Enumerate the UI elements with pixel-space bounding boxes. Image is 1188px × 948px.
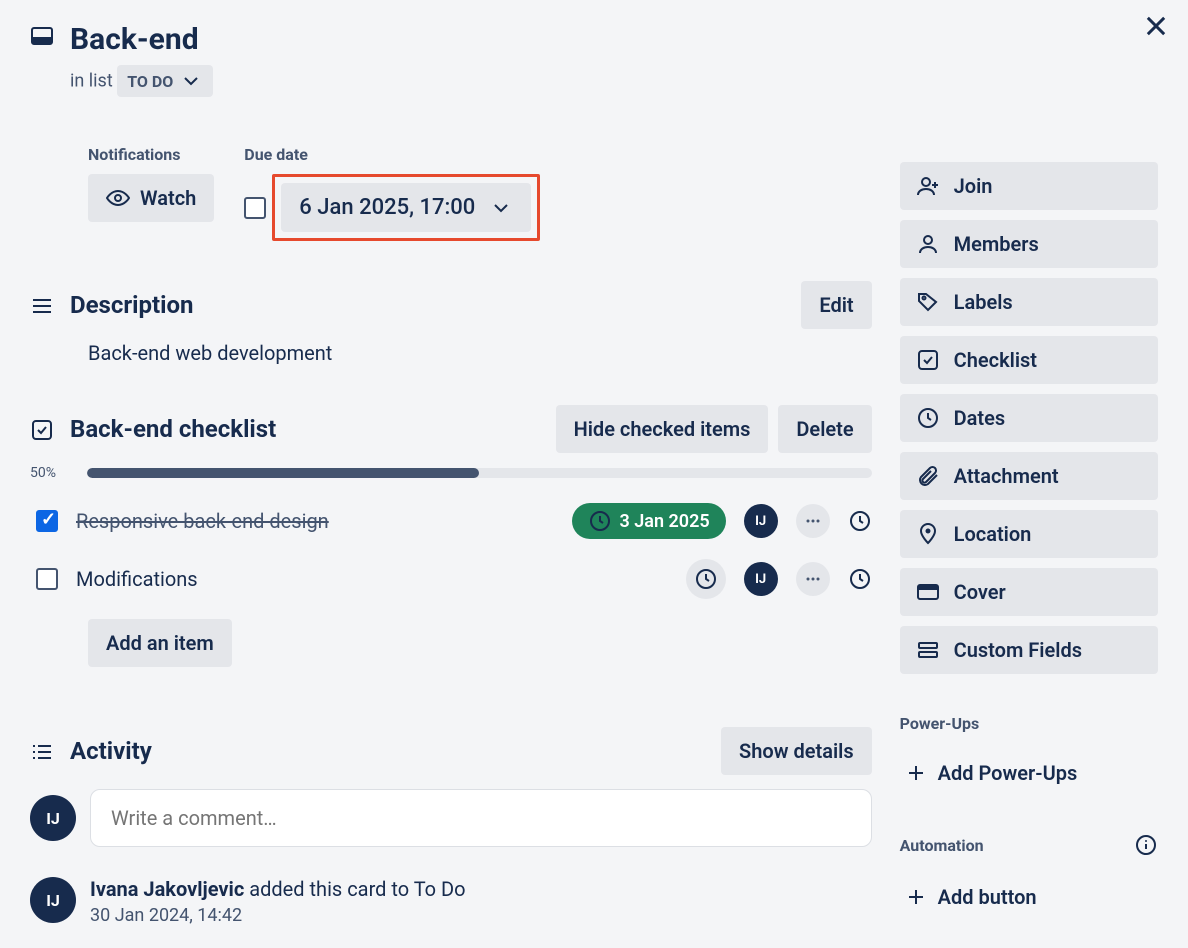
checklist-item-checkbox[interactable]	[36, 510, 58, 532]
automation-heading: Automation	[900, 833, 1158, 857]
custom-fields-button[interactable]: Custom Fields	[900, 626, 1158, 674]
checklist-item-menu[interactable]	[796, 504, 830, 538]
tag-icon	[916, 290, 940, 314]
paperclip-icon	[916, 464, 940, 488]
chevron-down-icon	[179, 69, 203, 93]
dates-button[interactable]: Dates	[900, 394, 1158, 442]
progress-bar	[87, 468, 872, 478]
eye-icon	[106, 186, 130, 210]
close-button[interactable]	[1142, 12, 1170, 45]
activity-entry: IJ Ivana Jakovljevic added this card to …	[30, 877, 872, 926]
watch-button[interactable]: Watch	[88, 174, 214, 222]
attachment-button[interactable]: Attachment	[900, 452, 1158, 500]
cover-button[interactable]: Cover	[900, 568, 1158, 616]
hide-checked-button[interactable]: Hide checked items	[556, 405, 769, 453]
assign-icon[interactable]	[848, 567, 872, 591]
assign-icon[interactable]	[848, 509, 872, 533]
join-button[interactable]: Join	[900, 162, 1158, 210]
checklist-title[interactable]: Back-end checklist	[70, 415, 556, 443]
activity-avatar: IJ	[30, 877, 76, 923]
activity-action: added this card to To Do	[244, 877, 465, 901]
description-text[interactable]: Back-end web development	[88, 341, 872, 365]
activity-heading: Activity	[70, 737, 721, 765]
checklist-item-checkbox[interactable]	[36, 568, 58, 590]
checklist-item[interactable]: Modifications IJ	[36, 549, 872, 609]
chevron-down-icon	[489, 196, 513, 220]
current-user-avatar: IJ	[30, 795, 76, 841]
show-details-button[interactable]: Show details	[721, 727, 872, 775]
cover-icon	[916, 580, 940, 604]
in-list-label: in list TO DO	[70, 65, 872, 97]
due-date-button[interactable]: 6 Jan 2025, 17:00	[281, 183, 531, 232]
add-automation-button[interactable]: Add button	[900, 877, 1158, 917]
location-icon	[916, 522, 940, 546]
due-complete-checkbox[interactable]	[244, 197, 266, 219]
activity-user-name[interactable]: Ivana Jakovljevic	[90, 877, 244, 901]
add-powerups-button[interactable]: Add Power-Ups	[900, 753, 1158, 793]
progress-percent: 50%	[30, 465, 75, 481]
delete-checklist-button[interactable]: Delete	[778, 405, 871, 453]
clock-icon	[916, 406, 940, 430]
plus-icon	[904, 885, 928, 909]
checklist-icon	[916, 348, 940, 372]
custom-fields-icon	[916, 638, 940, 662]
clock-icon	[694, 567, 718, 591]
activity-icon	[30, 740, 54, 764]
checklist-button[interactable]: Checklist	[900, 336, 1158, 384]
person-plus-icon	[916, 174, 940, 198]
add-checklist-item-button[interactable]: Add an item	[88, 619, 232, 667]
list-selector[interactable]: TO DO	[117, 65, 213, 97]
due-date-label: Due date	[244, 145, 540, 164]
notifications-label: Notifications	[88, 145, 214, 164]
info-icon[interactable]	[1134, 833, 1158, 857]
card-title[interactable]: Back-end	[70, 22, 872, 57]
checklist-item[interactable]: Responsive back-end design 3 Jan 2025 IJ	[36, 493, 872, 549]
location-button[interactable]: Location	[900, 510, 1158, 558]
labels-button[interactable]: Labels	[900, 278, 1158, 326]
checklist-item-text[interactable]: Modifications	[76, 567, 198, 591]
due-date-highlight: 6 Jan 2025, 17:00	[272, 174, 540, 241]
checklist-icon	[30, 418, 54, 442]
activity-timestamp: 30 Jan 2024, 14:42	[90, 905, 466, 926]
description-heading: Description	[70, 291, 801, 319]
description-icon	[30, 294, 54, 318]
edit-description-button[interactable]: Edit	[801, 281, 871, 329]
powerups-heading: Power-Ups	[900, 714, 1158, 733]
checklist-item-assignee[interactable]: IJ	[744, 562, 778, 596]
checklist-item-assignee[interactable]: IJ	[744, 504, 778, 538]
person-icon	[916, 232, 940, 256]
checklist-item-menu[interactable]	[796, 562, 830, 596]
checklist-item-date-button[interactable]	[686, 559, 726, 599]
clock-icon	[588, 509, 612, 533]
members-button[interactable]: Members	[900, 220, 1158, 268]
plus-icon	[904, 761, 928, 785]
card-icon	[30, 24, 54, 48]
checklist-item-date[interactable]: 3 Jan 2025	[572, 503, 726, 539]
comment-input[interactable]	[90, 789, 872, 847]
checklist-item-text[interactable]: Responsive back-end design	[76, 509, 329, 533]
